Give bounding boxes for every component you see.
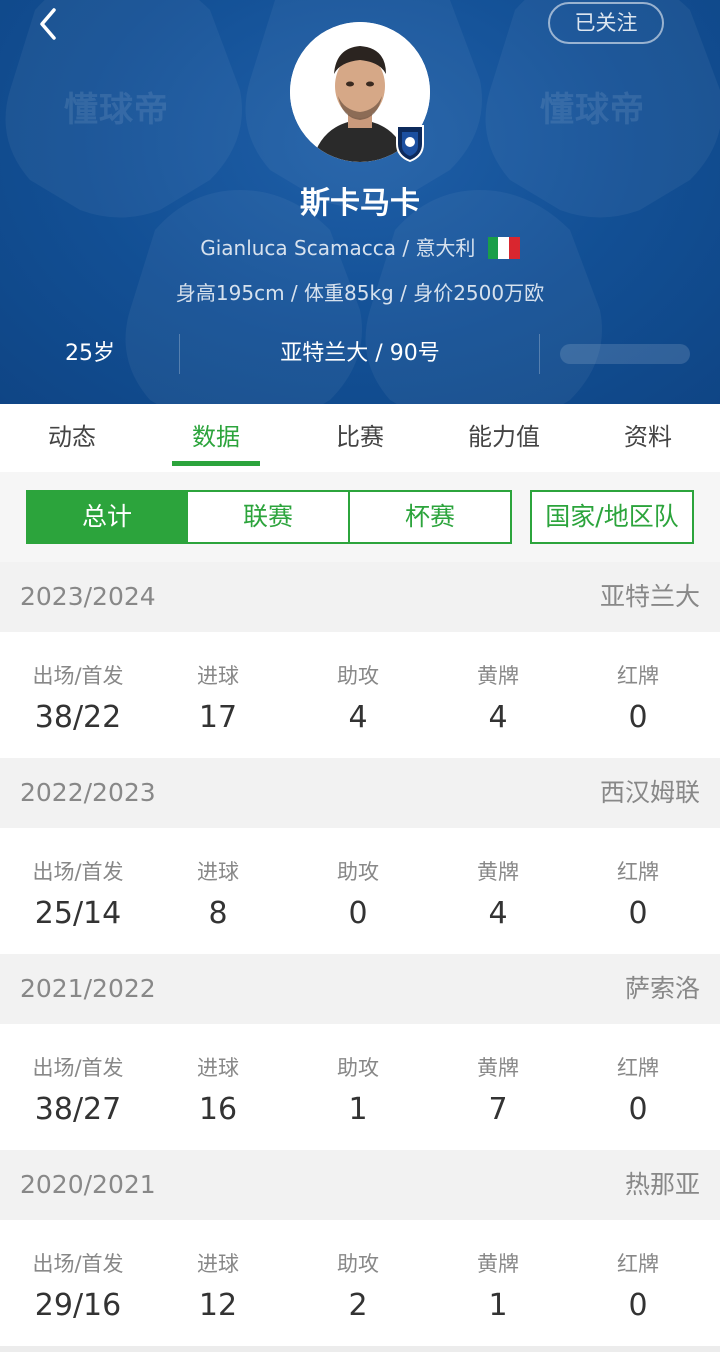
season-header: 2023/2024 亚特兰大 <box>0 562 720 632</box>
label-assists: 助攻 <box>337 1056 379 1080</box>
label-goals: 进球 <box>197 1056 239 1080</box>
value-red: 0 <box>628 896 648 931</box>
value-assists: 0 <box>348 896 368 931</box>
tab-profile[interactable]: 资料 <box>576 404 720 472</box>
value-goals: 12 <box>198 1288 238 1323</box>
label-apps: 出场/首发 <box>32 1056 124 1080</box>
age: 25岁 <box>65 341 115 366</box>
label-apps: 出场/首发 <box>32 860 124 884</box>
value-apps: 29/16 <box>34 1288 122 1323</box>
divider <box>539 334 540 374</box>
label-yellow: 黄牌 <box>477 1252 519 1276</box>
filter-national-team[interactable]: 国家/地区队 <box>530 490 694 544</box>
season-year: 2022/2023 <box>20 778 156 807</box>
back-arrow-icon[interactable] <box>30 4 70 44</box>
label-yellow: 黄牌 <box>477 664 519 688</box>
value-apps: 38/22 <box>34 700 122 735</box>
season-stats-row: 出场/首发 25/14 进球 8 助攻 0 黄牌 4 红牌 0 <box>0 828 720 954</box>
follow-button[interactable]: 已关注 <box>548 2 664 44</box>
filter-league[interactable]: 联赛 <box>188 490 350 544</box>
label-assists: 助攻 <box>337 664 379 688</box>
quick-stats-bar: 25岁 亚特兰大 / 90号 <box>0 332 720 376</box>
label-goals: 进球 <box>197 1252 239 1276</box>
season-header: 2020/2021 热那亚 <box>0 1150 720 1220</box>
player-name: 斯卡马卡 <box>300 186 420 221</box>
italy-flag-icon <box>487 237 520 259</box>
label-assists: 助攻 <box>337 860 379 884</box>
body-info: 身高195cm / 体重85kg / 身价2500万欧 <box>175 281 545 305</box>
tab-feed[interactable]: 动态 <box>0 404 144 472</box>
value-assists: 1 <box>348 1092 368 1127</box>
label-apps: 出场/首发 <box>32 664 124 688</box>
value-goals: 8 <box>208 896 228 931</box>
season-year: 2021/2022 <box>20 974 156 1003</box>
label-red: 红牌 <box>617 664 659 688</box>
filter-total[interactable]: 总计 <box>26 490 188 544</box>
season-stats-row: 出场/首发 38/22 进球 17 助攻 4 黄牌 4 红牌 0 <box>0 632 720 758</box>
value-yellow: 4 <box>488 700 508 735</box>
english-name: Gianluca Scamacca <box>200 236 396 260</box>
value-apps: 25/14 <box>34 896 122 931</box>
watermark-left: 懂球帝 <box>64 90 169 130</box>
value-apps: 38/27 <box>34 1092 122 1127</box>
season-stats-row: 出场/首发 29/16 进球 12 助攻 2 黄牌 1 红牌 0 <box>0 1220 720 1346</box>
player-header: 懂球帝 懂球帝 已关注 斯卡马卡 Gianluca Scamacca / 意大利… <box>0 0 720 404</box>
season-header: 2021/2022 萨索洛 <box>0 954 720 1024</box>
value-red: 0 <box>628 1092 648 1127</box>
value-red: 0 <box>628 1288 648 1323</box>
label-yellow: 黄牌 <box>477 1056 519 1080</box>
season-stats-row: 出场/首发 38/27 进球 16 助攻 1 黄牌 7 红牌 0 <box>0 1024 720 1150</box>
value-goals: 17 <box>198 700 238 735</box>
label-goals: 进球 <box>197 860 239 884</box>
value-goals: 16 <box>198 1092 238 1127</box>
label-yellow: 黄牌 <box>477 860 519 884</box>
season-year: 2020/2021 <box>20 1170 156 1199</box>
value-red: 0 <box>628 700 648 735</box>
value-yellow: 4 <box>488 896 508 931</box>
watermark-right: 懂球帝 <box>540 90 645 130</box>
label-apps: 出场/首发 <box>32 1252 124 1276</box>
separator: / <box>402 236 416 260</box>
season-club[interactable]: 亚特兰大 <box>600 562 700 632</box>
blurred-info <box>560 344 690 364</box>
tab-matches[interactable]: 比赛 <box>288 404 432 472</box>
filter-cup[interactable]: 杯赛 <box>350 490 512 544</box>
value-assists: 2 <box>348 1288 368 1323</box>
label-red: 红牌 <box>617 1252 659 1276</box>
club-badge-icon <box>396 125 424 162</box>
active-tab-indicator <box>172 461 260 466</box>
season-year: 2023/2024 <box>20 582 156 611</box>
season-header: 2022/2023 西汉姆联 <box>0 758 720 828</box>
profile-tabs: 动态 数据 比赛 能力值 资料 <box>0 404 720 472</box>
tab-ratings[interactable]: 能力值 <box>432 404 576 472</box>
season-club[interactable]: 萨索洛 <box>625 954 700 1024</box>
label-assists: 助攻 <box>337 1252 379 1276</box>
label-goals: 进球 <box>197 664 239 688</box>
label-red: 红牌 <box>617 860 659 884</box>
team-number[interactable]: 亚特兰大 / 90号 <box>180 332 540 376</box>
season-club[interactable]: 西汉姆联 <box>600 758 700 828</box>
value-yellow: 1 <box>488 1288 508 1323</box>
nationality: 意大利 <box>415 236 476 260</box>
section-divider <box>0 1346 720 1352</box>
name-nationality-line: Gianluca Scamacca / 意大利 <box>0 232 720 261</box>
season-club[interactable]: 热那亚 <box>625 1150 700 1220</box>
value-yellow: 7 <box>488 1092 508 1127</box>
value-assists: 4 <box>348 700 368 735</box>
label-red: 红牌 <box>617 1056 659 1080</box>
